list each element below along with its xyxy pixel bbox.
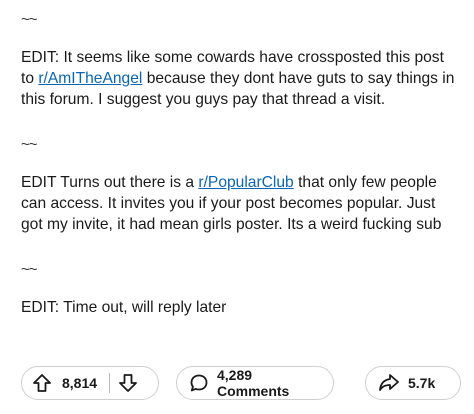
upvote-arrow-icon[interactable] [32, 373, 52, 393]
share-button[interactable]: 5.7k [365, 366, 461, 400]
post-action-bar: 8,814 4,289 Comments 5.7k [21, 366, 461, 400]
separator: ~~ [21, 11, 38, 28]
separator: ~~ [21, 136, 38, 153]
edit-crosspost: EDIT: It seems like some cowards have cr… [21, 47, 461, 110]
vote-control: 8,814 [21, 366, 159, 400]
share-arrow-icon [378, 373, 400, 393]
downvote-arrow-icon[interactable] [118, 373, 138, 393]
subreddit-link-popularclub[interactable]: r/PopularClub [198, 174, 293, 191]
share-count: 5.7k [408, 375, 436, 391]
vote-count: 8,814 [62, 375, 98, 391]
comment-bubble-icon [189, 373, 209, 393]
edit2-text-before: EDIT Turns out there is a [21, 174, 199, 191]
comments-button[interactable]: 4,289 Comments [176, 366, 334, 400]
separator: ~~ [21, 261, 38, 278]
post-body: ~~ EDIT: It seems like some cowards have… [21, 0, 461, 318]
vote-divider [109, 373, 111, 393]
comments-count: 4,289 Comments [217, 367, 290, 399]
subreddit-link-amitheangel[interactable]: r/AmITheAngel [38, 70, 142, 87]
edit-popularclub: EDIT Turns out there is a r/PopularClub … [21, 172, 461, 235]
edit-timeout: EDIT: Time out, will reply later [21, 299, 227, 316]
